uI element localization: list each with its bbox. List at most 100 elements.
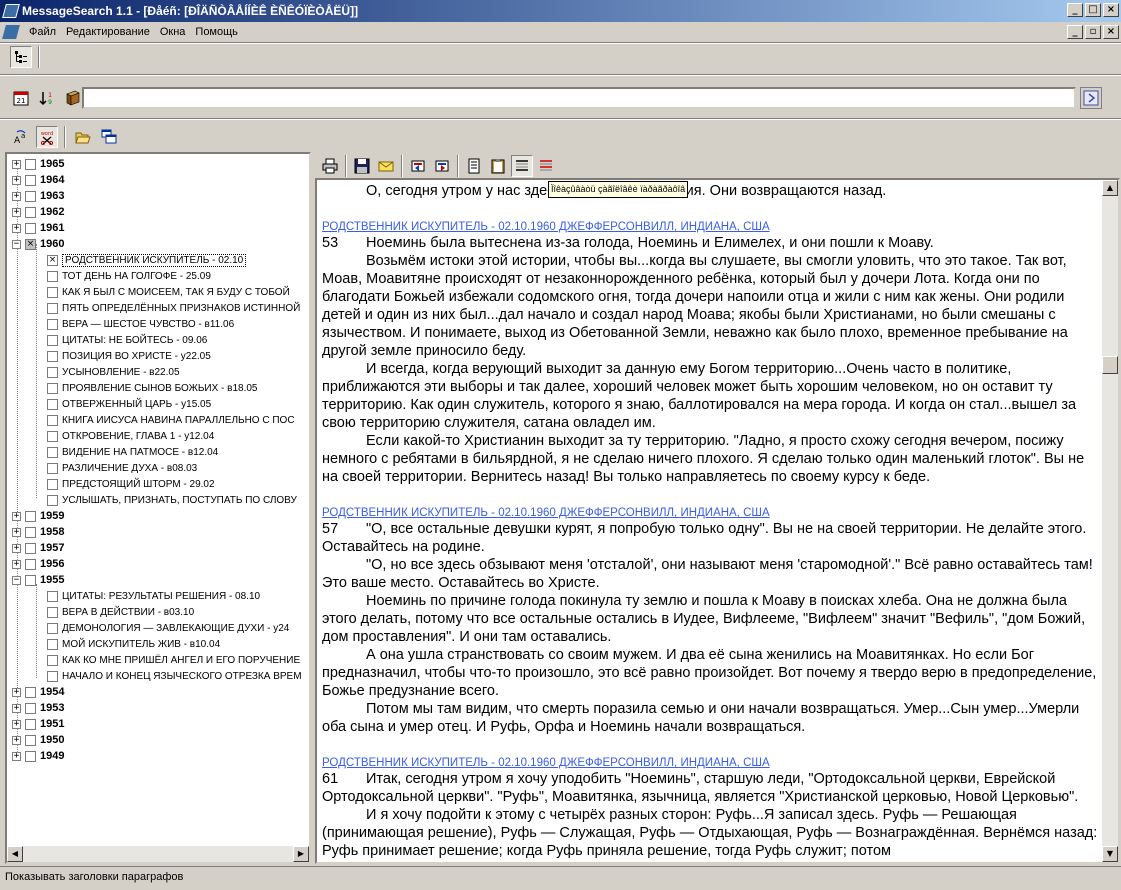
checkbox[interactable]	[47, 590, 58, 602]
expand-icon[interactable]: +	[12, 223, 21, 233]
checkbox[interactable]	[47, 670, 58, 682]
tree-sermon-item[interactable]: ПОЗИЦИЯ ВО ХРИСТЕ - у22.05	[43, 348, 211, 364]
tree-sermon-item[interactable]: РАЗЛИЧЕНИЕ ДУХА - в08.03	[43, 460, 197, 476]
checkbox[interactable]	[47, 494, 58, 506]
checkbox[interactable]	[47, 350, 58, 362]
search-input[interactable]	[82, 87, 1076, 109]
checkbox[interactable]	[47, 398, 58, 410]
book-button[interactable]	[62, 87, 84, 109]
menu-help[interactable]: Помощь	[190, 26, 243, 38]
tree-year-node[interactable]: +1949	[7, 748, 64, 764]
tree-year-node[interactable]: − × 1960	[7, 236, 64, 252]
prev-message-button[interactable]	[407, 155, 429, 177]
checkbox[interactable]	[25, 558, 36, 570]
menu-file[interactable]: Файл	[24, 26, 61, 38]
close-button[interactable]: ×	[1103, 3, 1119, 17]
paragraph-reference-link[interactable]: РОДСТВЕННИК ИСКУПИТЕЛЬ - 02.10.1960 ДЖЕФ…	[322, 220, 1100, 234]
checkbox[interactable]	[47, 462, 58, 474]
expand-icon[interactable]: +	[12, 159, 21, 169]
checkbox[interactable]	[25, 526, 36, 538]
checkbox[interactable]	[47, 382, 58, 394]
expand-icon[interactable]: +	[12, 191, 21, 201]
tree-sermon-item[interactable]: ТОТ ДЕНЬ НА ГОЛГОФЕ - 25.09	[43, 268, 211, 284]
expand-icon[interactable]: +	[12, 559, 21, 569]
search-go-button[interactable]	[1080, 87, 1102, 109]
checkbox[interactable]	[25, 510, 36, 522]
tree-sermon-item[interactable]: ДЕМОНОЛОГИЯ — ЗАВЛЕКАЮЩИЕ ДУХИ - у24	[43, 620, 289, 636]
clipboard-button[interactable]	[487, 155, 509, 177]
calendar-button[interactable]: 21	[10, 87, 32, 109]
tree-year-node[interactable]: +1958	[7, 524, 64, 540]
scroll-up-icon[interactable]: ▲	[1102, 180, 1118, 196]
tree-sermon-item[interactable]: КНИГА ИИСУСА НАВИНА ПАРАЛЛЕЛЬНО С ПОС	[43, 412, 295, 428]
paragraph-reference-link[interactable]: РОДСТВЕННИК ИСКУПИТЕЛЬ - 02.10.1960 ДЖЕФ…	[322, 506, 1100, 520]
checkbox[interactable]	[47, 446, 58, 458]
checkbox[interactable]	[47, 302, 58, 314]
tree-year-node[interactable]: +1956	[7, 556, 64, 572]
replace-button[interactable]: Aa	[10, 126, 32, 148]
tree-sermon-item[interactable]: × РОДСТВЕННИК ИСКУПИТЕЛЬ - 02.10	[43, 252, 247, 268]
menu-windows[interactable]: Окна	[155, 26, 191, 38]
expand-icon[interactable]: +	[12, 703, 21, 713]
collapse-icon[interactable]: −	[12, 575, 21, 585]
expand-icon[interactable]: +	[12, 543, 21, 553]
minimize-button[interactable]: _	[1067, 3, 1083, 17]
print-button[interactable]	[319, 155, 341, 177]
tree-sermon-item[interactable]: КАК КО МНЕ ПРИШЁЛ АНГЕЛ И ЕГО ПОРУЧЕНИЕ	[43, 652, 300, 668]
tree-year-node[interactable]: − 1955	[7, 572, 64, 588]
word-button[interactable]: word	[36, 126, 58, 148]
checkbox[interactable]	[25, 206, 36, 218]
paragraph-reference-link[interactable]: РОДСТВЕННИК ИСКУПИТЕЛЬ - 02.10.1960 ДЖЕФ…	[322, 756, 1100, 770]
tree-year-node[interactable]: +1964	[7, 172, 64, 188]
expand-icon[interactable]: +	[12, 527, 21, 537]
expand-icon[interactable]: +	[12, 719, 21, 729]
expand-icon[interactable]: +	[12, 207, 21, 217]
checkbox[interactable]: ×	[47, 254, 58, 266]
tree-sermon-item[interactable]: ЦИТАТЫ: РЕЗУЛЬТАТЫ РЕШЕНИЯ - 08.10	[43, 588, 260, 604]
document-button[interactable]	[463, 155, 485, 177]
tree-year-node[interactable]: +1961	[7, 220, 64, 236]
mdi-restore-button[interactable]: ▫	[1085, 25, 1101, 39]
mdi-minimize-button[interactable]: _	[1067, 25, 1083, 39]
expand-icon[interactable]: +	[12, 511, 21, 521]
checkbox[interactable]	[25, 190, 36, 202]
tree-horizontal-scrollbar[interactable]: ◀ ▶	[7, 846, 309, 862]
checkbox[interactable]	[25, 686, 36, 698]
windows-button[interactable]	[98, 126, 120, 148]
document-icon[interactable]	[2, 25, 20, 39]
menu-edit[interactable]: Редактирование	[61, 26, 155, 38]
tree-year-node[interactable]: +1965	[7, 156, 64, 172]
checkbox[interactable]	[47, 478, 58, 490]
tree-sermon-item[interactable]: ПРЕДСТОЯЩИЙ ШТОРМ - 29.02	[43, 476, 215, 492]
tree-sermon-item[interactable]: ОТКРОВЕНИЕ, ГЛАВА 1 - у12.04	[43, 428, 214, 444]
tree-year-node[interactable]: +1959	[7, 508, 64, 524]
open-folder-button[interactable]	[72, 126, 94, 148]
tree-sermon-item[interactable]: ОТВЕРЖЕННЫЙ ЦАРЬ - у15.05	[43, 396, 211, 412]
checkbox[interactable]	[25, 734, 36, 746]
checkbox[interactable]	[47, 414, 58, 426]
tree-sermon-item[interactable]: НАЧАЛО И КОНЕЦ ЯЗЫЧЕСКОГО ОТРЕЗКА ВРЕМ	[43, 668, 302, 684]
checkbox[interactable]	[47, 286, 58, 298]
checkbox[interactable]	[47, 366, 58, 378]
next-message-button[interactable]	[431, 155, 453, 177]
tree-year-node[interactable]: +1962	[7, 204, 64, 220]
tree-sermon-item[interactable]: ВЕРА — ШЕСТОЕ ЧУВСТВО - в11.06	[43, 316, 234, 332]
scroll-right-icon[interactable]: ▶	[293, 846, 309, 862]
tree-sermon-item[interactable]: ВЕРА В ДЕЙСТВИИ - в03.10	[43, 604, 194, 620]
tree-year-node[interactable]: +1963	[7, 188, 64, 204]
expand-icon[interactable]: +	[12, 175, 21, 185]
mail-button[interactable]	[375, 155, 397, 177]
checkbox[interactable]	[47, 622, 58, 634]
checkbox[interactable]	[25, 542, 36, 554]
checkbox[interactable]	[47, 430, 58, 442]
checkbox[interactable]	[47, 270, 58, 282]
tree-sermon-item[interactable]: УСЛЫШАТЬ, ПРИЗНАТЬ, ПОСТУПАТЬ ПО СЛОВУ	[43, 492, 297, 508]
sermon-tree[interactable]: +1965 +1964 +1963 +1962 +1961− × 1960 × РОДСТВЕН…	[5, 152, 311, 864]
tree-year-node[interactable]: +1957	[7, 540, 64, 556]
checkbox[interactable]	[25, 174, 36, 186]
tree-sermon-item[interactable]: ВИДЕНИЕ НА ПАТМОСЕ - в12.04	[43, 444, 218, 460]
paragraph-numbers-button[interactable]	[535, 155, 557, 177]
message-reader[interactable]: О, сегодня утром у нас здесь прекрасная …	[315, 178, 1120, 864]
checkbox[interactable]	[25, 718, 36, 730]
sort-button[interactable]: 19	[36, 87, 58, 109]
